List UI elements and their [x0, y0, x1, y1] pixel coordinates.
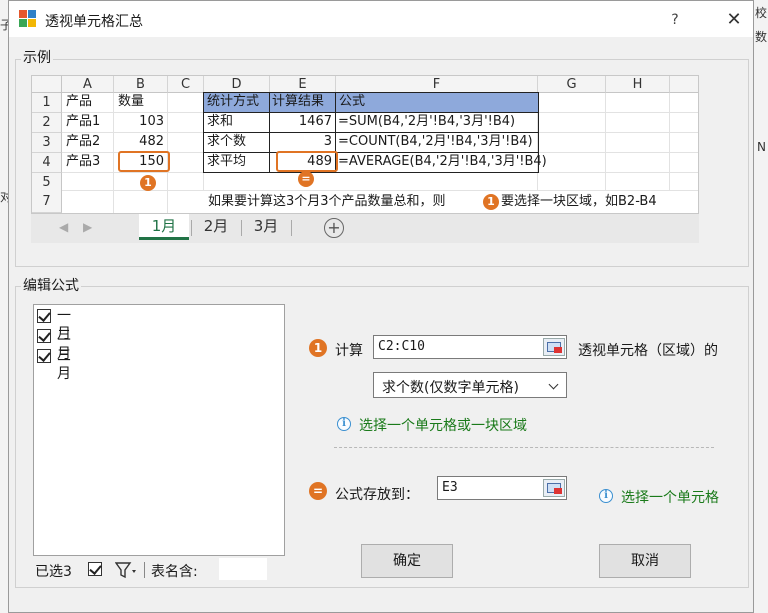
cell-d2: 求和 [207, 114, 234, 129]
example-group-label: 示例 [21, 47, 53, 67]
cell-b2: 103 [139, 114, 164, 129]
ok-button[interactable]: 确定 [361, 544, 453, 578]
column-header-e: E [270, 76, 336, 93]
hint-select-range: 选择一个单元格或一块区域 [359, 418, 527, 434]
step1-badge: 1 [140, 175, 156, 191]
pivot-cell-summary-dialog: 透视单元格汇总 ? ✕ 示例 A B C D E F G H 1 2 3 4 5… [8, 0, 754, 613]
column-header-c: C [168, 76, 204, 93]
filter-icon[interactable] [115, 561, 139, 579]
cell-b1: 数量 [118, 94, 145, 109]
cell-f2: =SUM(B4,'2月'!B4,'3月'!B4) [338, 114, 516, 129]
calc-range-input[interactable]: C2:C10 [373, 335, 567, 359]
step1-circle-icon: 1 [309, 339, 327, 357]
tab-scroll-right-icon[interactable]: ▶ [83, 220, 92, 234]
table-name-input[interactable] [219, 558, 267, 580]
row-header-5: 5 [32, 173, 62, 193]
cell-d1: 统计方式 [207, 94, 260, 109]
cell-a2: 产品1 [66, 114, 101, 129]
row-header-3: 3 [32, 133, 62, 153]
info-icon: i [599, 489, 613, 503]
table-name-label: 表名含: [151, 564, 198, 580]
checkbox-checked-icon[interactable] [37, 349, 51, 363]
cell-d3: 求个数 [207, 134, 247, 149]
column-header-d: D [204, 76, 270, 93]
hint-select-cell: 选择一个单元格 [621, 490, 719, 506]
cell-e2: 1467 [298, 114, 332, 129]
checkbox-checked-icon[interactable] [37, 309, 51, 323]
tab-scroll-left-icon[interactable]: ◀ [59, 220, 68, 234]
cell-picker-icon[interactable] [543, 479, 565, 497]
method-dropdown[interactable]: 求个数(仅数字单元格) [373, 372, 567, 398]
column-header-a: A [62, 76, 114, 93]
background-text: N [757, 140, 766, 154]
cancel-button[interactable]: 取消 [599, 544, 691, 578]
help-button[interactable]: ? [664, 9, 686, 31]
app-icon [19, 10, 37, 28]
sheet-tabs-bar: ◀ ▶ 1月 2月 3月 + [31, 213, 699, 243]
select-all-checkbox-icon[interactable] [88, 562, 102, 576]
background-sheet-right: 校 数 N [752, 0, 768, 613]
range-picker-icon[interactable] [543, 338, 565, 356]
cell-d4: 求平均 [207, 154, 247, 169]
checkbox-checked-icon[interactable] [37, 329, 51, 343]
edit-formula-label: 编辑公式 [21, 275, 81, 295]
step2-circle-icon: = [309, 482, 327, 500]
cell-a4: 产品3 [66, 154, 101, 169]
tab-january[interactable]: 1月 [139, 214, 189, 240]
note-badge: 1 [483, 194, 499, 210]
step2-badge: = [298, 171, 314, 187]
calc-label: 计算 [335, 343, 363, 359]
store-cell-value: E3 [442, 480, 458, 495]
background-text: 校 [755, 6, 768, 20]
info-icon: i [337, 417, 351, 431]
method-selected: 求个数(仅数字单元格) [382, 380, 519, 396]
selected-count: 已选3 [35, 564, 72, 580]
month-checklist: 一月 二月 三月 [33, 304, 285, 556]
selection-box-b4 [118, 151, 170, 172]
column-header-h: H [606, 76, 670, 93]
cell-b3: 482 [139, 134, 164, 149]
column-header-b: B [114, 76, 168, 93]
cell-a3: 产品2 [66, 134, 101, 149]
chevron-down-icon [548, 379, 559, 390]
cell-f3: =COUNT(B4,'2月'!B4,'3月'!B4) [338, 134, 533, 149]
cell-f4: =AVERAGE(B4,'2月'!B4,'3月'!B4) [338, 154, 547, 169]
row-header-7: 7 [32, 191, 62, 213]
cell-a1: 产品 [66, 94, 93, 109]
column-header-blank [670, 76, 698, 93]
sheet-corner [32, 76, 62, 93]
cell-e1: 计算结果 [272, 94, 325, 109]
note-text-after: 要选择一块区域，如B2-B4 [501, 194, 657, 209]
cell-e3: 3 [323, 134, 332, 149]
calc-range-value: C2:C10 [378, 339, 425, 354]
background-text: 数 [755, 30, 768, 44]
window-title: 透视单元格汇总 [45, 14, 143, 30]
column-header-f: F [336, 76, 538, 93]
selection-box-e4 [276, 151, 338, 172]
divider [334, 447, 714, 448]
row-header-2: 2 [32, 113, 62, 133]
cell-f1: 公式 [339, 94, 366, 109]
month-label: 三月 [57, 348, 71, 382]
row-header-1: 1 [32, 93, 62, 113]
tab-march[interactable]: 3月 [243, 214, 289, 240]
title-bar[interactable]: 透视单元格汇总 ? ✕ [9, 1, 753, 37]
add-sheet-icon[interactable]: + [324, 218, 344, 238]
row-header-4: 4 [32, 153, 62, 173]
calc-suffix-label: 透视单元格（区域）的 [578, 343, 718, 359]
store-label: 公式存放到： [335, 487, 419, 503]
close-button[interactable]: ✕ [721, 7, 747, 33]
column-header-g: G [538, 76, 606, 93]
tab-february[interactable]: 2月 [193, 214, 239, 240]
note-text-before: 如果要计算这3个月3个产品数量总和，则 [208, 194, 446, 209]
